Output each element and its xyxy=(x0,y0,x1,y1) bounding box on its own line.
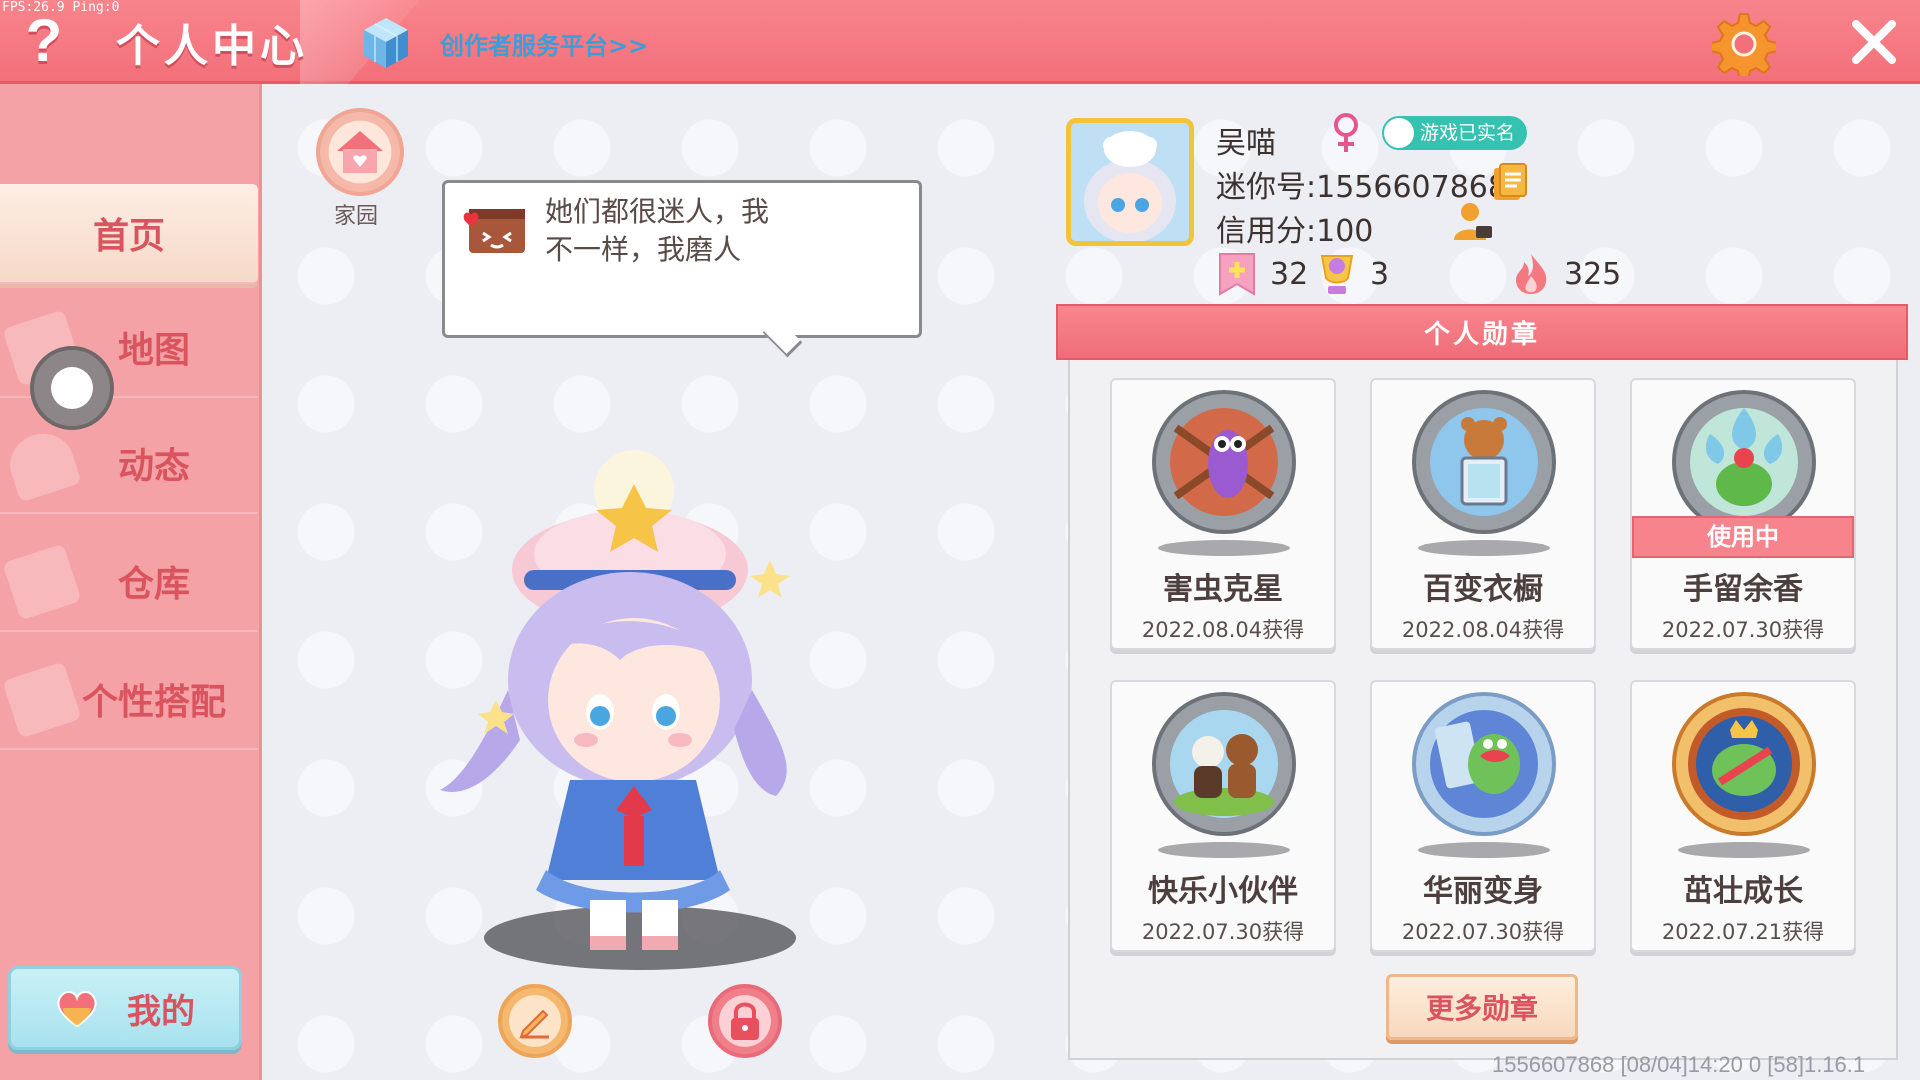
stat-flags-value: 32 xyxy=(1270,256,1309,292)
medal-card[interactable]: 百变衣橱 2022.08.04获得 xyxy=(1370,378,1596,650)
page-title: 个人中心 xyxy=(116,21,308,72)
fire-icon xyxy=(1516,254,1547,294)
medal-card[interactable]: 害虫克星 2022.08.04获得 xyxy=(1110,378,1336,650)
medal-date: 2022.08.04获得 xyxy=(1141,618,1305,642)
frog-king-medal-icon xyxy=(1672,692,1816,836)
medal-name: 害虫克星 xyxy=(1163,572,1283,607)
medal-date: 2022.08.04获得 xyxy=(1401,618,1565,642)
speech-bubble: 她们都很迷人，我不一样，我磨人 xyxy=(442,180,922,338)
box-pet-icon xyxy=(463,209,525,253)
medal-date: 2022.07.21获得 xyxy=(1661,920,1825,944)
lock-button[interactable] xyxy=(708,984,782,1058)
medal-section-header: 个人勋章 xyxy=(1056,304,1908,360)
heart-icon xyxy=(57,990,97,1028)
medal-name: 手留余香 xyxy=(1683,572,1803,607)
my-button[interactable]: 我的 xyxy=(8,966,242,1050)
sidebar-item-label: 动态 xyxy=(117,446,190,487)
stat-trophy-value: 3 xyxy=(1370,256,1390,292)
bear-wardrobe-medal-icon xyxy=(1412,390,1556,534)
realname-label: 游戏已实名 xyxy=(1420,122,1516,144)
stat-fire-value: 325 xyxy=(1564,256,1622,292)
edit-button[interactable] xyxy=(498,984,572,1058)
copy-icon[interactable] xyxy=(1492,162,1528,202)
house-icon xyxy=(337,131,383,173)
home-garden-button[interactable] xyxy=(316,108,404,196)
cube-icon[interactable] xyxy=(362,16,410,70)
profile-name: 吴喵 xyxy=(1216,126,1276,161)
medal-card[interactable]: 快乐小伙伴 2022.07.30获得 xyxy=(1110,680,1336,952)
stat-fire: 325 xyxy=(1510,252,1621,296)
sidebar-item-home[interactable]: 首页 xyxy=(0,184,258,284)
medal-date: 2022.07.30获得 xyxy=(1661,618,1825,642)
sidebar-item-outfit[interactable]: 个性搭配 xyxy=(0,650,258,750)
realname-badge: 游戏已实名 xyxy=(1382,116,1528,150)
creator-platform-link[interactable]: 创作者服务平台>> xyxy=(440,26,648,61)
medal-date: 2022.07.30获得 xyxy=(1141,920,1305,944)
medal-pedestal xyxy=(1418,540,1550,556)
medal-pedestal xyxy=(1158,842,1290,858)
flower-medal-icon xyxy=(1672,390,1816,534)
medal-name: 茁壮成长 xyxy=(1683,874,1803,909)
medal-card[interactable]: 使用中 手留余香 2022.07.30获得 xyxy=(1630,378,1856,650)
friend-icon[interactable] xyxy=(1450,200,1494,244)
flag-badge-icon xyxy=(1219,253,1255,296)
top-bar: FPS:26.9 Ping:0 ? 个人中心 创作者服务平台>> xyxy=(0,0,1920,84)
medal-pedestal xyxy=(1418,842,1550,858)
medal-card[interactable]: 茁壮成长 2022.07.21获得 xyxy=(1630,680,1856,952)
stat-trophy: 3 xyxy=(1316,252,1389,296)
profile-avatar[interactable] xyxy=(1066,118,1194,246)
worm-medal-icon xyxy=(1152,390,1296,534)
credit-score: 信用分:100 xyxy=(1216,214,1374,249)
medal-pedestal xyxy=(1158,540,1290,556)
trophy-icon xyxy=(1320,255,1354,294)
avatar-character[interactable] xyxy=(420,450,820,970)
medal-date: 2022.07.30获得 xyxy=(1401,920,1565,944)
medal-name: 快乐小伙伴 xyxy=(1148,874,1298,909)
stat-flags: 32 xyxy=(1216,252,1308,296)
my-button-label: 我的 xyxy=(127,991,195,1032)
sidebar-item-label: 仓库 xyxy=(117,564,190,605)
dino-medal-icon xyxy=(1412,692,1556,836)
female-icon xyxy=(1334,113,1358,152)
speech-text: 她们都很迷人，我不一样，我磨人 xyxy=(545,195,770,266)
lock-icon xyxy=(731,1002,759,1040)
medal-card[interactable]: 华丽变身 2022.07.30获得 xyxy=(1370,680,1596,952)
home-label: 家园 xyxy=(334,204,379,229)
sidebar-item-warehouse[interactable]: 仓库 xyxy=(0,532,258,632)
medal-pedestal xyxy=(1678,842,1810,858)
help-icon[interactable]: ? xyxy=(14,8,74,74)
in-use-badge: 使用中 xyxy=(1632,516,1854,558)
gear-icon[interactable] xyxy=(1712,12,1776,76)
sidebar-item-label: 个性搭配 xyxy=(81,682,226,723)
close-icon[interactable] xyxy=(1846,14,1902,70)
footer-info: 1556607868 [08/04]14:20 0 [58]1.16.1 xyxy=(1492,1052,1866,1077)
friends-medal-icon xyxy=(1152,692,1296,836)
sidebar-item-feed[interactable]: 动态 xyxy=(0,414,258,514)
medal-name: 百变衣橱 xyxy=(1423,572,1543,607)
more-medals-button[interactable]: 更多勋章 xyxy=(1386,974,1578,1040)
user-check-icon xyxy=(1384,118,1414,148)
sidebar-item-label: 地图 xyxy=(117,330,190,371)
avatar xyxy=(1071,123,1189,241)
sidebar: 首页 地图 动态 仓库 个性搭配 xyxy=(0,84,262,1080)
medal-name: 华丽变身 xyxy=(1423,874,1543,909)
pencil-icon xyxy=(519,1009,549,1039)
sidebar-item-label: 首页 xyxy=(92,216,165,257)
